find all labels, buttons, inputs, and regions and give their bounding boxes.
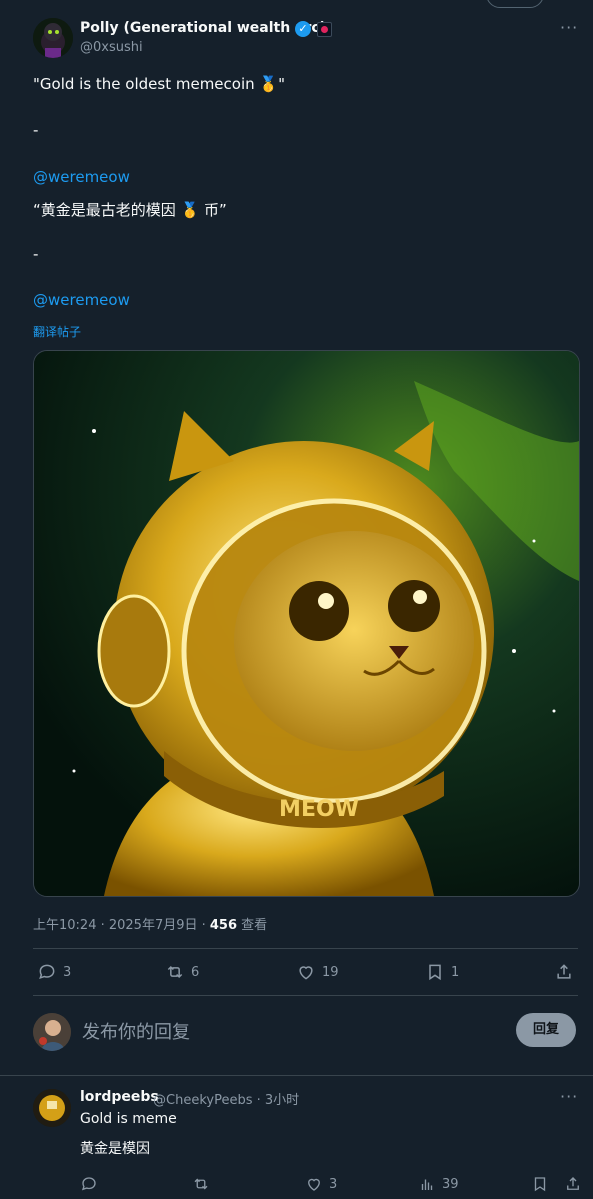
views-count: 456 <box>209 918 238 933</box>
divider <box>0 1075 593 1076</box>
comment-views-count: 39 <box>442 1176 459 1192</box>
analytics-icon <box>421 1179 433 1190</box>
comment-more-icon[interactable]: ··· <box>560 1087 578 1106</box>
verified-badge-icon: ✓ <box>295 21 311 37</box>
top-partial-button[interactable] <box>486 0 544 8</box>
commenter-avatar[interactable] <box>33 1089 71 1127</box>
like-button[interactable]: 19 <box>296 962 339 982</box>
tweet-text-line: - <box>33 121 39 139</box>
bookmark-icon <box>534 1177 546 1192</box>
comment-reply-button[interactable] <box>80 1175 98 1193</box>
timestamp[interactable]: 上午10:24 · 2025年7月9日 · <box>33 918 210 933</box>
like-count: 19 <box>322 964 339 980</box>
tweet-text-line: - <box>33 245 39 263</box>
share-icon <box>557 964 571 979</box>
comment-bookmark-button[interactable] <box>531 1175 549 1193</box>
bookmark-button[interactable]: 1 <box>425 962 459 982</box>
divider <box>33 948 578 949</box>
reply-input[interactable]: 发布你的回复 <box>82 1018 190 1044</box>
comment-share-button[interactable] <box>564 1175 582 1193</box>
tweet-image[interactable]: MEOW <box>33 350 580 897</box>
commenter-name[interactable]: lordpeebs <box>80 1089 159 1105</box>
collar-text: MEOW <box>279 797 359 822</box>
repost-icon <box>167 965 183 979</box>
reply-icon <box>81 1177 96 1191</box>
comment-views-button[interactable]: 39 <box>418 1175 459 1193</box>
heart-icon <box>308 1178 320 1191</box>
mention-link[interactable]: @weremeow <box>33 168 130 186</box>
bookmark-count: 1 <box>451 964 460 980</box>
more-options-icon[interactable]: ··· <box>560 18 578 37</box>
views-label: 查看 <box>237 918 268 933</box>
reply-icon <box>39 964 55 980</box>
reply-count: 3 <box>63 964 72 980</box>
affiliate-badge-icon[interactable] <box>317 22 332 37</box>
repost-count: 6 <box>191 964 200 980</box>
user-avatar[interactable] <box>33 1013 71 1051</box>
tweet-text-line: "Gold is the oldest memecoin 🥇" <box>33 75 285 93</box>
share-button[interactable] <box>554 962 574 982</box>
comment-repost-button[interactable] <box>192 1175 210 1193</box>
repost-button[interactable]: 6 <box>165 962 199 982</box>
heart-icon <box>299 966 313 980</box>
share-icon <box>567 1177 579 1190</box>
reply-button[interactable]: 3 <box>37 962 71 982</box>
translate-post-link[interactable]: 翻译帖子 <box>33 323 81 340</box>
bookmark-icon <box>429 964 441 981</box>
divider <box>33 995 578 996</box>
mention-link[interactable]: @weremeow <box>33 291 130 309</box>
author-handle[interactable]: @0xsushi <box>80 40 143 55</box>
tweet-text-line: “黄金是最古老的模因 🥇 币” <box>33 201 227 219</box>
comment-text-line: 黄金是模因 <box>80 1141 150 1157</box>
author-avatar[interactable] <box>33 18 73 58</box>
commenter-handle[interactable]: @CheekyPeebs · 3小时 <box>153 1089 299 1108</box>
comment-like-button[interactable]: 3 <box>305 1175 337 1193</box>
reply-submit-button[interactable]: 回复 <box>516 1013 576 1047</box>
comment-text-line: Gold is meme <box>80 1111 177 1127</box>
repost-icon <box>194 1178 208 1190</box>
comment-like-count: 3 <box>329 1176 338 1192</box>
author-name[interactable]: Polly (Generational wealth arc) <box>80 20 326 36</box>
tweet-meta: 上午10:24 · 2025年7月9日 · 456 查看 <box>33 914 267 933</box>
